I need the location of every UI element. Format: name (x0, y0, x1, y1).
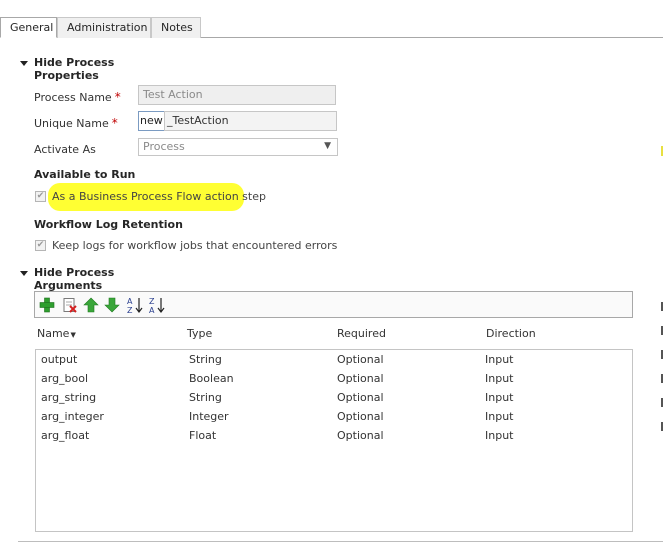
activate-as-label: Activate As (34, 143, 96, 156)
table-row[interactable]: arg_integer Integer Optional Input (36, 409, 632, 428)
table-row[interactable]: arg_bool Boolean Optional Input (36, 371, 632, 390)
cell-name: arg_float (41, 429, 90, 442)
required-marker: * (111, 116, 118, 130)
keep-logs-label: Keep logs for workflow jobs that encount… (52, 239, 338, 252)
bpf-action-step-label: As a Business Process Flow action step (52, 190, 266, 203)
move-down-icon[interactable] (104, 297, 120, 313)
unique-name-label: Unique Name * (34, 116, 118, 130)
cell-type: Boolean (189, 372, 234, 385)
process-name-field[interactable]: Test Action (138, 85, 336, 105)
tab-administration[interactable]: Administration (57, 17, 151, 38)
activate-as-select[interactable]: Process ▼ (138, 138, 338, 156)
svg-text:A: A (127, 297, 133, 306)
section-header-arguments: Hide Process Arguments (34, 266, 115, 292)
svg-text:A: A (149, 306, 155, 314)
svg-text:Z: Z (149, 297, 155, 306)
column-header-required[interactable]: Required (337, 327, 386, 340)
cell-type: String (189, 353, 222, 366)
cell-required: Optional (337, 353, 384, 366)
collapse-triangle-icon (20, 61, 28, 66)
cell-name: output (41, 353, 78, 366)
cell-name: arg_integer (41, 410, 104, 423)
process-name-label: Process Name * (34, 90, 121, 104)
hide-process-properties-toggle[interactable]: Hide Process Properties (18, 56, 168, 82)
cell-required: Optional (337, 429, 384, 442)
cell-type: Float (189, 429, 217, 442)
cell-required: Optional (337, 391, 384, 404)
dropdown-arrow-icon: ▼ (324, 141, 331, 151)
table-row[interactable]: output String Optional Input (36, 352, 632, 371)
cell-required: Optional (337, 410, 384, 423)
column-header-direction[interactable]: Direction (486, 327, 536, 340)
cell-type: String (189, 391, 222, 404)
cell-name: arg_string (41, 391, 97, 404)
required-marker: * (114, 90, 121, 104)
tab-notes[interactable]: Notes (151, 17, 201, 38)
tab-general[interactable]: General (0, 17, 57, 38)
svg-text:Z: Z (127, 306, 133, 314)
arguments-toolbar: A Z Z A (34, 291, 633, 318)
column-header-type[interactable]: Type (187, 327, 212, 340)
sort-ascending-icon[interactable]: A Z (126, 296, 144, 314)
process-name-label-text: Process Name (34, 91, 112, 104)
hide-process-arguments-toggle[interactable]: Hide Process Arguments (18, 266, 168, 292)
table-row[interactable]: arg_string String Optional Input (36, 390, 632, 409)
delete-icon[interactable] (62, 297, 78, 313)
cell-name: arg_bool (41, 372, 89, 385)
workflow-log-retention-label: Workflow Log Retention (34, 218, 183, 231)
cell-required: Optional (337, 372, 384, 385)
cell-direction: Input (485, 372, 514, 385)
sort-indicator-icon: ▼ (70, 331, 76, 339)
unique-name-prefix: new (138, 111, 165, 131)
form-bottom-border (18, 541, 663, 542)
add-icon[interactable] (39, 297, 55, 313)
move-up-icon[interactable] (83, 297, 99, 313)
column-header-name[interactable]: Name▼ (37, 327, 76, 340)
cell-direction: Input (485, 410, 514, 423)
activate-as-value: Process (143, 140, 185, 153)
cell-direction: Input (485, 391, 514, 404)
keep-logs-checkbox[interactable]: ✔ (35, 240, 46, 251)
cell-direction: Input (485, 429, 514, 442)
unique-name-label-text: Unique Name (34, 117, 109, 130)
section-header-properties: Hide Process Properties (34, 56, 115, 82)
cell-direction: Input (485, 353, 514, 366)
unique-name-field[interactable]: _TestAction (164, 111, 337, 131)
column-header-name-text: Name (37, 327, 70, 340)
cell-type: Integer (189, 410, 229, 423)
collapse-triangle-icon (20, 271, 28, 276)
sort-descending-icon[interactable]: Z A (148, 296, 166, 314)
available-to-run-label: Available to Run (34, 168, 136, 181)
bpf-action-step-checkbox[interactable]: ✔ (35, 191, 46, 202)
table-row[interactable]: arg_float Float Optional Input (36, 428, 632, 447)
